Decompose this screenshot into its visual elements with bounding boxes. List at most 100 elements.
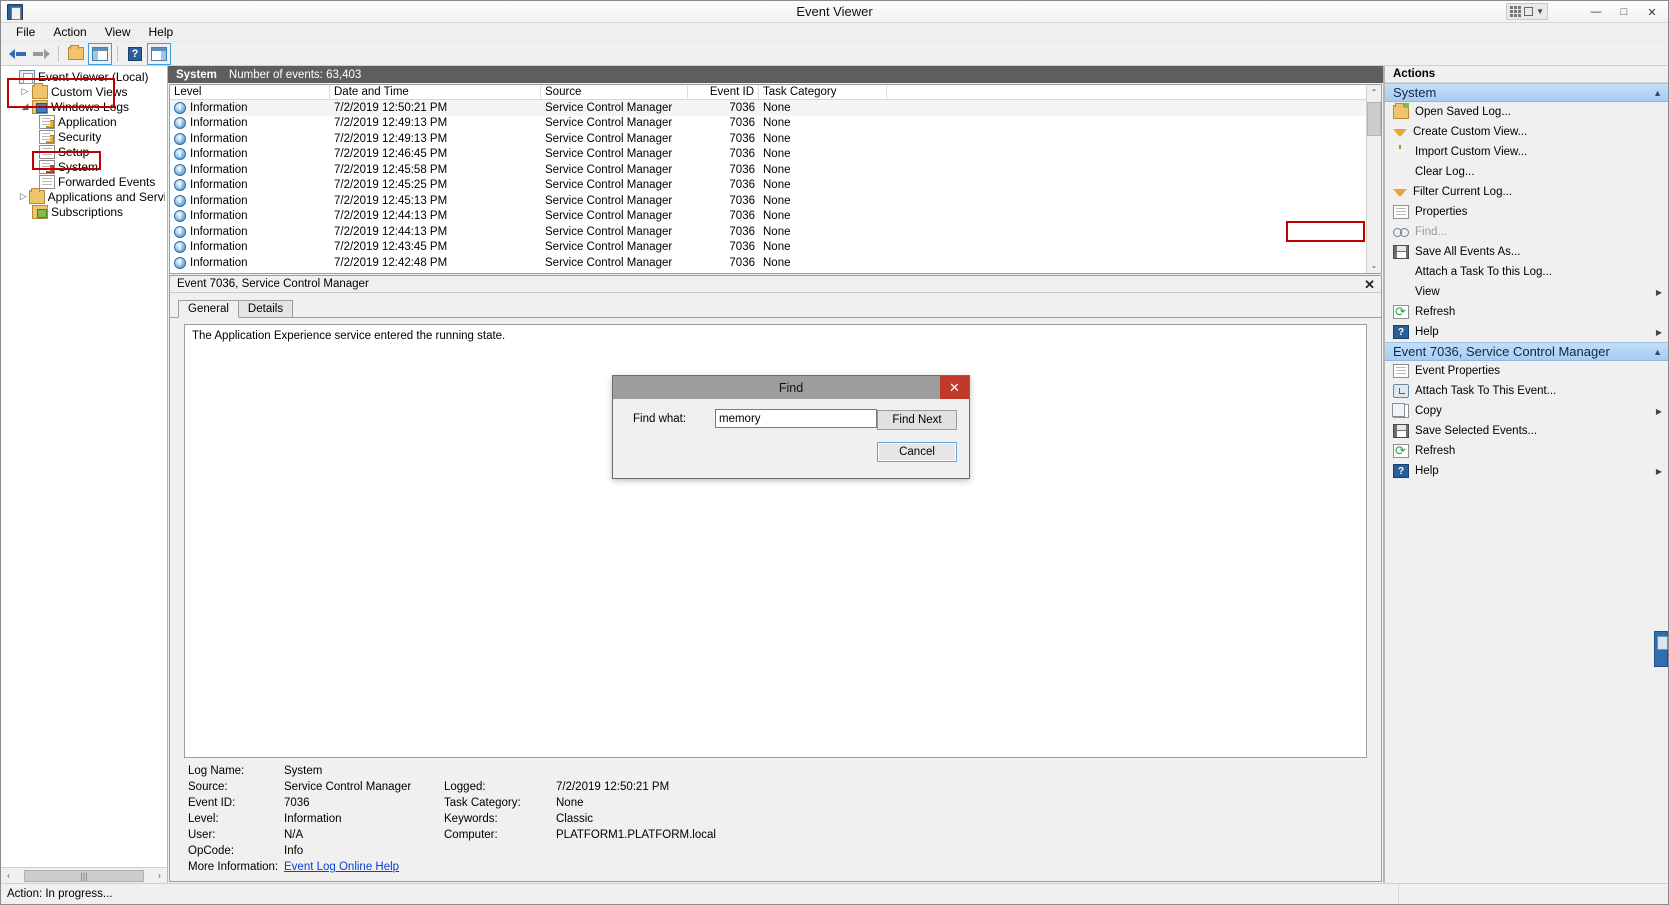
submenu-arrow-icon[interactable]: ▶ — [1656, 328, 1662, 337]
scroll-right-button[interactable]: › — [152, 868, 167, 883]
vertical-scroll-thumb[interactable] — [1367, 102, 1381, 136]
chevron-up-icon[interactable]: ▲ — [1653, 88, 1662, 98]
menu-help[interactable]: Help — [140, 23, 183, 41]
action-item-help[interactable]: ? Help ▶ — [1385, 322, 1668, 342]
action-item-help[interactable]: ? Help ▶ — [1385, 461, 1668, 481]
action-item-save-selected-events[interactable]: Save Selected Events... — [1385, 421, 1668, 441]
action-item-properties[interactable]: Properties — [1385, 202, 1668, 222]
window-layout-widget[interactable]: ▼ — [1506, 3, 1548, 20]
scroll-track[interactable]: ||| — [16, 868, 152, 883]
action-item-refresh[interactable]: Refresh — [1385, 441, 1668, 461]
table-row[interactable]: i Information 7/2/2019 12:45:25 PM Service … — [170, 178, 1366, 194]
action-item-create-custom-view[interactable]: Create Custom View... — [1385, 122, 1668, 149]
find-next-button[interactable]: Find Next — [877, 410, 957, 430]
close-button[interactable]: ✕ — [1638, 2, 1666, 22]
open-saved-log-icon — [1393, 103, 1409, 119]
table-row[interactable]: i Information 7/2/2019 12:45:13 PM Service … — [170, 193, 1366, 209]
tree-node-subscriptions[interactable]: Subscriptions — [1, 204, 167, 219]
action-item-view[interactable]: View ▶ — [1385, 282, 1668, 302]
table-row[interactable]: i Information 7/2/2019 12:46:45 PM Service … — [170, 147, 1366, 163]
table-row[interactable]: i Information 7/2/2019 12:43:45 PM Service … — [170, 240, 1366, 256]
tree-node-application[interactable]: Application — [1, 114, 167, 129]
action-item-open-saved-log[interactable]: Open Saved Log... — [1385, 102, 1668, 122]
field-value-source: Service Control Manager — [284, 781, 412, 793]
action-item-filter-current-log[interactable]: Filter Current Log... — [1385, 182, 1668, 209]
menu-file[interactable]: File — [7, 23, 44, 41]
chevron-down-icon[interactable]: ▼ — [1536, 7, 1544, 16]
action-item-event-properties[interactable]: Event Properties — [1385, 361, 1668, 381]
event-list-vertical-scrollbar[interactable]: ⌃ ⌄ — [1366, 85, 1381, 273]
back-button[interactable] — [6, 44, 28, 64]
close-icon[interactable]: ✕ — [1364, 278, 1375, 291]
minimize-button[interactable]: — — [1582, 2, 1610, 22]
expander-apps-services[interactable]: ▷ — [18, 191, 29, 202]
edge-overlay-widget[interactable] — [1654, 631, 1668, 667]
menu-action[interactable]: Action — [44, 23, 95, 41]
action-item-label: Attach Task To This Event... — [1415, 385, 1557, 397]
action-item-import-custom-view[interactable]: Import Custom View... — [1385, 142, 1668, 162]
action-item-save-all-events-as[interactable]: Save All Events As... — [1385, 242, 1668, 262]
show-action-pane-button[interactable] — [147, 42, 171, 65]
vertical-scroll-track[interactable] — [1367, 100, 1381, 258]
tree-node-system[interactable]: System — [1, 159, 167, 174]
event-log-online-help-link[interactable]: Event Log Online Help — [284, 861, 399, 873]
action-item-attach-task-to-this-event[interactable]: Attach Task To This Event... — [1385, 381, 1668, 401]
cell-level-text: Information — [190, 194, 248, 207]
tree-horizontal-scrollbar[interactable]: ‹ ||| › — [1, 867, 167, 883]
expander-custom-views[interactable]: ▷ — [18, 86, 32, 97]
table-row[interactable]: i Information 7/2/2019 12:44:13 PM Service … — [170, 224, 1366, 240]
find-what-input[interactable] — [715, 409, 877, 428]
action-item-copy[interactable]: Copy ▶ — [1385, 401, 1668, 421]
table-row[interactable]: i Information 7/2/2019 12:42:48 PM Service … — [170, 255, 1366, 271]
tree-node-forwarded-events[interactable]: Forwarded Events — [1, 174, 167, 189]
actions-group-system-header[interactable]: System ▲ — [1385, 83, 1668, 102]
column-header-date-time[interactable]: Date and Time — [330, 85, 541, 99]
tree-node-setup[interactable]: Setup — [1, 144, 167, 159]
cell-event-id: 7036 — [729, 117, 755, 130]
table-row[interactable]: i Information 7/2/2019 12:49:13 PM Service … — [170, 116, 1366, 132]
help-button[interactable]: ? — [124, 44, 146, 64]
tab-details[interactable]: Details — [237, 300, 294, 317]
cell-level-text: Information — [190, 117, 248, 130]
scroll-thumb[interactable]: ||| — [24, 869, 144, 882]
column-header-source[interactable]: Source — [541, 85, 688, 99]
chevron-up-icon-2[interactable]: ▲ — [1653, 347, 1662, 357]
tree-node-security[interactable]: Security — [1, 129, 167, 144]
action-item-attach-a-task-to-this-log[interactable]: Attach a Task To this Log... — [1385, 262, 1668, 282]
action-item-label: Save All Events As... — [1415, 246, 1521, 258]
tree-node-apps-and-services[interactable]: ▷ Applications and Services Lo — [1, 187, 167, 204]
cell-date-time: 7/2/2019 12:42:48 PM — [334, 256, 448, 269]
column-header-level[interactable]: Level — [170, 85, 330, 99]
column-header-task-category[interactable]: Task Category — [759, 85, 887, 99]
table-row[interactable]: i Information 7/2/2019 12:45:58 PM Service … — [170, 162, 1366, 178]
table-row[interactable]: i Information 7/2/2019 12:49:13 PM Service … — [170, 131, 1366, 147]
column-header-event-id[interactable]: Event ID — [688, 85, 759, 99]
cell-task-category: None — [763, 210, 791, 223]
forward-button[interactable] — [30, 44, 52, 64]
find-dialog-close-button[interactable]: ✕ — [940, 376, 969, 399]
show-console-tree-button[interactable] — [88, 42, 112, 65]
open-button[interactable] — [65, 44, 87, 64]
actions-group-event-header[interactable]: Event 7036, Service Control Manager ▲ — [1385, 342, 1668, 361]
maximize-button[interactable]: □ — [1610, 2, 1638, 22]
event-properties-icon — [1393, 364, 1409, 378]
scroll-down-button[interactable]: ⌄ — [1367, 258, 1381, 273]
scroll-left-button[interactable]: ‹ — [1, 868, 16, 883]
table-row[interactable]: i Information 7/2/2019 12:44:13 PM Service … — [170, 209, 1366, 225]
submenu-arrow-icon[interactable]: ▶ — [1656, 288, 1662, 297]
menu-view[interactable]: View — [96, 23, 140, 41]
table-row[interactable]: i Information 7/2/2019 12:50:21 PM Service … — [170, 100, 1366, 116]
submenu-arrow-icon[interactable]: ▶ — [1656, 407, 1662, 416]
submenu-arrow-icon[interactable]: ▶ — [1656, 467, 1662, 476]
action-item-refresh[interactable]: Refresh — [1385, 302, 1668, 322]
log-icon-forwarded — [39, 174, 55, 189]
action-item-clear-log[interactable]: Clear Log... — [1385, 162, 1668, 182]
tree-node-windows-logs[interactable]: ◢ Windows Logs — [1, 99, 167, 114]
cancel-button[interactable]: Cancel — [877, 442, 957, 462]
scroll-up-button[interactable]: ⌃ — [1367, 85, 1381, 100]
tree-node-custom-views[interactable]: ▷ Custom Views — [1, 82, 167, 99]
expander-windows-logs[interactable]: ◢ — [18, 101, 32, 112]
tab-general[interactable]: General — [178, 300, 239, 318]
tree-node-root[interactable]: Event Viewer (Local) — [1, 69, 167, 84]
find-dialog: Find ✕ Find what: Find Next Cancel — [612, 375, 970, 479]
